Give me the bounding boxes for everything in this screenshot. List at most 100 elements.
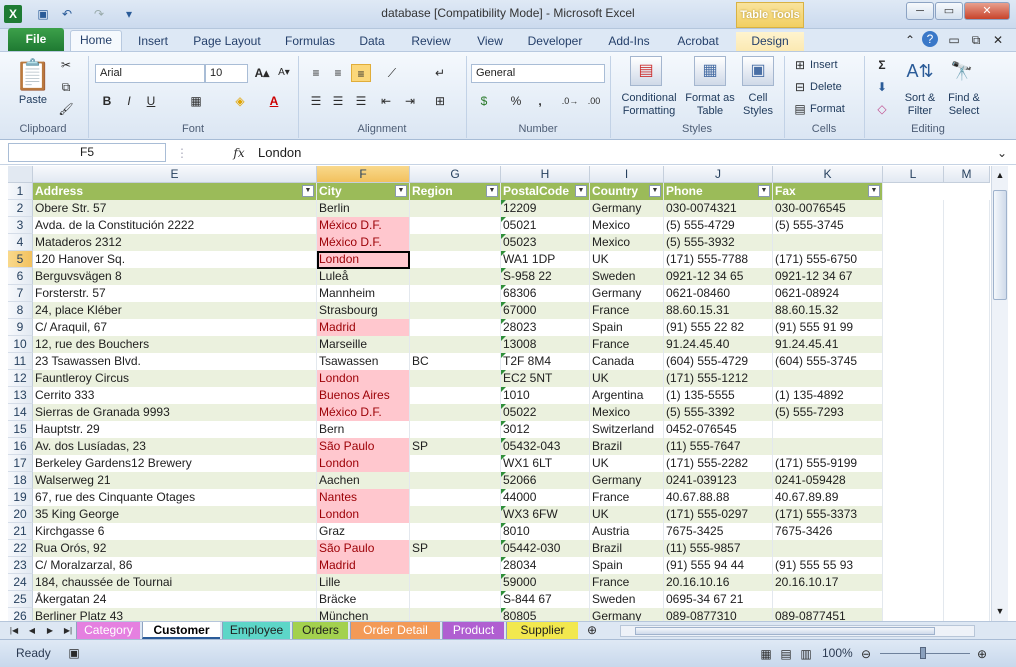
region-cell[interactable] — [410, 523, 501, 540]
empty-cell[interactable] — [944, 387, 990, 404]
column-header[interactable]: G — [410, 166, 501, 183]
phone-cell[interactable]: 0921-12 34 65 — [664, 268, 773, 285]
country-cell[interactable]: Canada — [590, 353, 664, 370]
row-header[interactable]: 7 — [8, 285, 33, 302]
align-middle-icon[interactable]: ≡ — [328, 64, 348, 82]
filter-dropdown-icon[interactable]: ▼ — [649, 185, 661, 197]
comma-button[interactable]: , — [530, 92, 550, 110]
empty-cell[interactable] — [944, 557, 990, 574]
last-sheet-icon[interactable]: ▶| — [58, 622, 78, 639]
phone-cell[interactable]: (171) 555-2282 — [664, 455, 773, 472]
filter-dropdown-icon[interactable]: ▼ — [868, 185, 880, 197]
phone-cell[interactable]: (11) 555-9857 — [664, 540, 773, 557]
country-cell[interactable]: France — [590, 302, 664, 319]
fax-cell[interactable]: (171) 555-9199 — [773, 455, 883, 472]
phone-cell[interactable]: 030-0074321 — [664, 200, 773, 217]
sheet-tab[interactable]: Customer — [142, 622, 220, 639]
sheet-tab[interactable]: Order Detail — [350, 622, 440, 639]
conditional-formatting-icon[interactable]: ▤ — [630, 56, 662, 86]
address-cell[interactable]: Hauptstr. 29 — [33, 421, 317, 438]
row-header[interactable]: 20 — [8, 506, 33, 523]
prev-sheet-icon[interactable]: ◀ — [22, 622, 42, 639]
empty-cell[interactable] — [883, 234, 944, 251]
fill-icon[interactable]: ⬇ — [872, 78, 892, 96]
postalcode-cell[interactable]: 67000 — [501, 302, 590, 319]
postalcode-cell[interactable]: 3012 — [501, 421, 590, 438]
phone-cell[interactable]: (171) 555-7788 — [664, 251, 773, 268]
column-header[interactable]: L — [883, 166, 944, 183]
country-cell[interactable]: France — [590, 574, 664, 591]
tab-acrobat[interactable]: Acrobat — [670, 32, 726, 51]
expand-formula-icon[interactable]: ⌄ — [992, 144, 1012, 162]
sheet-tab[interactable]: Category — [76, 622, 140, 639]
empty-cell[interactable] — [883, 557, 944, 574]
insert-cells-icon[interactable]: ⊞ — [790, 56, 810, 74]
sheet-tab[interactable]: Orders — [292, 622, 348, 639]
fax-cell[interactable]: 0241-059428 — [773, 472, 883, 489]
empty-cell[interactable] — [944, 472, 990, 489]
row-header[interactable]: 1 — [8, 183, 33, 200]
city-cell[interactable]: Madrid — [317, 319, 410, 336]
fax-cell[interactable]: 7675-3426 — [773, 523, 883, 540]
normal-view-icon[interactable]: ▦ — [756, 645, 776, 663]
region-cell[interactable]: SP — [410, 438, 501, 455]
header-region[interactable]: Region ▼ — [410, 183, 501, 200]
row-header[interactable]: 3 — [8, 217, 33, 234]
accounting-icon[interactable]: $ — [474, 92, 494, 110]
wb-minimize-icon[interactable]: ▭ — [944, 31, 964, 49]
row-header[interactable]: 6 — [8, 268, 33, 285]
postalcode-cell[interactable]: 05021 — [501, 217, 590, 234]
empty-cell[interactable] — [944, 353, 990, 370]
increase-decimal-icon[interactable]: .0→ — [560, 92, 580, 110]
fax-cell[interactable]: 40.67.89.89 — [773, 489, 883, 506]
column-header[interactable]: J — [664, 166, 773, 183]
empty-cell[interactable] — [944, 438, 990, 455]
tab-insert[interactable]: Insert — [130, 32, 176, 51]
tab-design[interactable]: Design — [736, 32, 804, 51]
row-header[interactable]: 18 — [8, 472, 33, 489]
region-cell[interactable] — [410, 370, 501, 387]
fax-cell[interactable]: (91) 555 55 93 — [773, 557, 883, 574]
format-as-table-button[interactable]: Format as Table — [684, 92, 736, 118]
empty-cell[interactable] — [944, 302, 990, 319]
wb-close-icon[interactable]: ✕ — [988, 31, 1008, 49]
empty-cell[interactable] — [944, 285, 990, 302]
empty-cell[interactable] — [944, 489, 990, 506]
paste-button[interactable]: Paste — [12, 94, 54, 107]
postalcode-cell[interactable]: 28023 — [501, 319, 590, 336]
phone-cell[interactable]: 0621-08460 — [664, 285, 773, 302]
fax-cell[interactable]: 91.24.45.41 — [773, 336, 883, 353]
address-cell[interactable]: 35 King George — [33, 506, 317, 523]
cell-styles-icon[interactable]: ▣ — [742, 56, 774, 86]
empty-cell[interactable] — [883, 370, 944, 387]
first-sheet-icon[interactable]: |◀ — [4, 622, 24, 639]
phone-cell[interactable]: (5) 555-3932 — [664, 234, 773, 251]
address-cell[interactable]: Av. dos Lusíadas, 23 — [33, 438, 317, 455]
region-cell[interactable] — [410, 302, 501, 319]
phone-cell[interactable]: 91.24.45.40 — [664, 336, 773, 353]
increase-indent-icon[interactable]: ⇥ — [400, 92, 420, 110]
empty-cell[interactable] — [944, 251, 990, 268]
empty-cell[interactable] — [883, 523, 944, 540]
find-select-icon[interactable]: 🔭 — [946, 56, 978, 86]
align-left-icon[interactable]: ☰ — [306, 92, 326, 110]
city-cell[interactable]: Luleå — [317, 268, 410, 285]
empty-cell[interactable] — [944, 455, 990, 472]
region-cell[interactable]: BC — [410, 353, 501, 370]
row-header[interactable]: 25 — [8, 591, 33, 608]
phone-cell[interactable]: (1) 135-5555 — [664, 387, 773, 404]
underline-button[interactable]: U — [141, 92, 161, 110]
country-cell[interactable]: UK — [590, 370, 664, 387]
row-header[interactable]: 11 — [8, 353, 33, 370]
address-cell[interactable]: Obere Str. 57 — [33, 200, 317, 217]
row-header[interactable]: 17 — [8, 455, 33, 472]
address-cell[interactable]: Berkeley Gardens12 Brewery — [33, 455, 317, 472]
empty-cell[interactable] — [883, 353, 944, 370]
address-cell[interactable]: Berliner Platz 43 — [33, 608, 317, 621]
empty-cell[interactable] — [883, 217, 944, 234]
empty-cell[interactable] — [883, 506, 944, 523]
empty-cell[interactable] — [944, 234, 990, 251]
region-cell[interactable] — [410, 251, 501, 268]
borders-icon[interactable]: ▦ — [186, 92, 206, 110]
font-color-icon[interactable]: A — [264, 92, 284, 110]
